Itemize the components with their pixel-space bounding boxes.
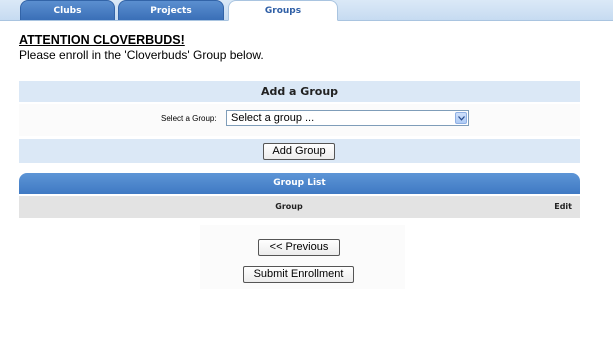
tab-projects[interactable]: Projects (118, 0, 224, 20)
previous-button[interactable]: << Previous (258, 239, 340, 256)
add-group-button[interactable]: Add Group (263, 143, 335, 160)
tab-clubs[interactable]: Clubs (20, 0, 115, 20)
select-group-label: Select a Group: (161, 114, 217, 123)
tab-groups[interactable]: Groups (228, 0, 338, 21)
chevron-down-icon[interactable] (455, 112, 467, 124)
add-group-title: Add a Group (260, 85, 339, 98)
group-list-columns: Group Edit (19, 196, 580, 218)
group-select[interactable]: Select a group ... (226, 110, 469, 126)
column-header-group: Group (275, 202, 303, 211)
submit-enrollment-button[interactable]: Submit Enrollment (243, 266, 354, 283)
attention-heading: ATTENTION CLOVERBUDS! (19, 33, 185, 47)
enroll-instruction: Please enroll in the 'Cloverbuds' Group … (19, 48, 264, 62)
group-list-header: Group List (19, 173, 580, 194)
add-group-header: Add a Group (19, 81, 580, 102)
column-header-edit: Edit (554, 202, 572, 211)
group-select-value: Select a group ... (231, 112, 315, 124)
